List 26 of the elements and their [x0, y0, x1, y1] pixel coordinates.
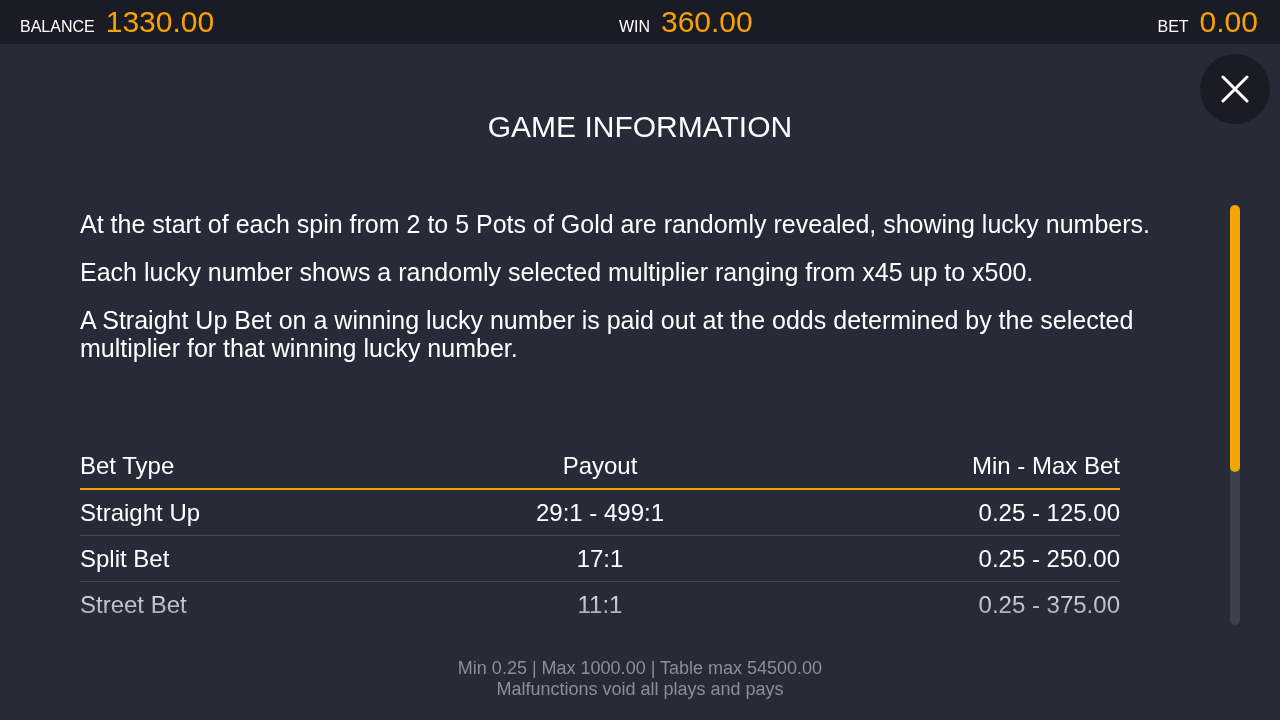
stat-label: BET [1157, 18, 1189, 36]
scrollbar[interactable] [1230, 205, 1240, 625]
table-cell: 11:1 [577, 590, 623, 619]
close-icon [1221, 75, 1249, 103]
table-cell: 0.25 - 375.00 [978, 590, 1120, 619]
info-paragraph: At the start of each spin from 2 to 5 Pots of Gold are randomly revealed, showing lucky numbers. [80, 210, 1151, 238]
table-cell: 29:1 - 499:1 [535, 498, 665, 527]
info-paragraph: A Straight Up Bet on a winning lucky number is paid out at the odds determined by the selected multiplier for that winning lucky number. [80, 306, 1135, 362]
column-header: Bet Type [80, 452, 175, 480]
stat-value: 360.00 [661, 5, 753, 39]
column-header: Payout [562, 452, 638, 480]
stat-value: 1330.00 [105, 5, 215, 39]
info-paragraph: Each lucky number shows a randomly selected multiplier ranging from x45 up to x500. [80, 258, 1035, 286]
table-cell: Street Bet [80, 590, 187, 619]
table-cell: Straight Up [80, 498, 201, 527]
stat-label: WIN [618, 18, 650, 36]
stat-value: 0.00 [1199, 5, 1258, 39]
column-header: Min - Max Bet [971, 452, 1120, 480]
page-title: GAME INFORMATION [486, 110, 794, 144]
table-cell: 0.25 - 125.00 [978, 498, 1120, 527]
footer-note: Min 0.25 | Max 1000.00 | Table max 54500.00 [457, 658, 823, 679]
footer-note: Malfunctions void all plays and pays [496, 679, 784, 700]
table-cell: 0.25 - 250.00 [978, 544, 1120, 573]
table-cell: Split Bet [80, 544, 170, 573]
table-cell: 17:1 [576, 544, 624, 573]
stat-label: BALANCE [20, 18, 95, 36]
